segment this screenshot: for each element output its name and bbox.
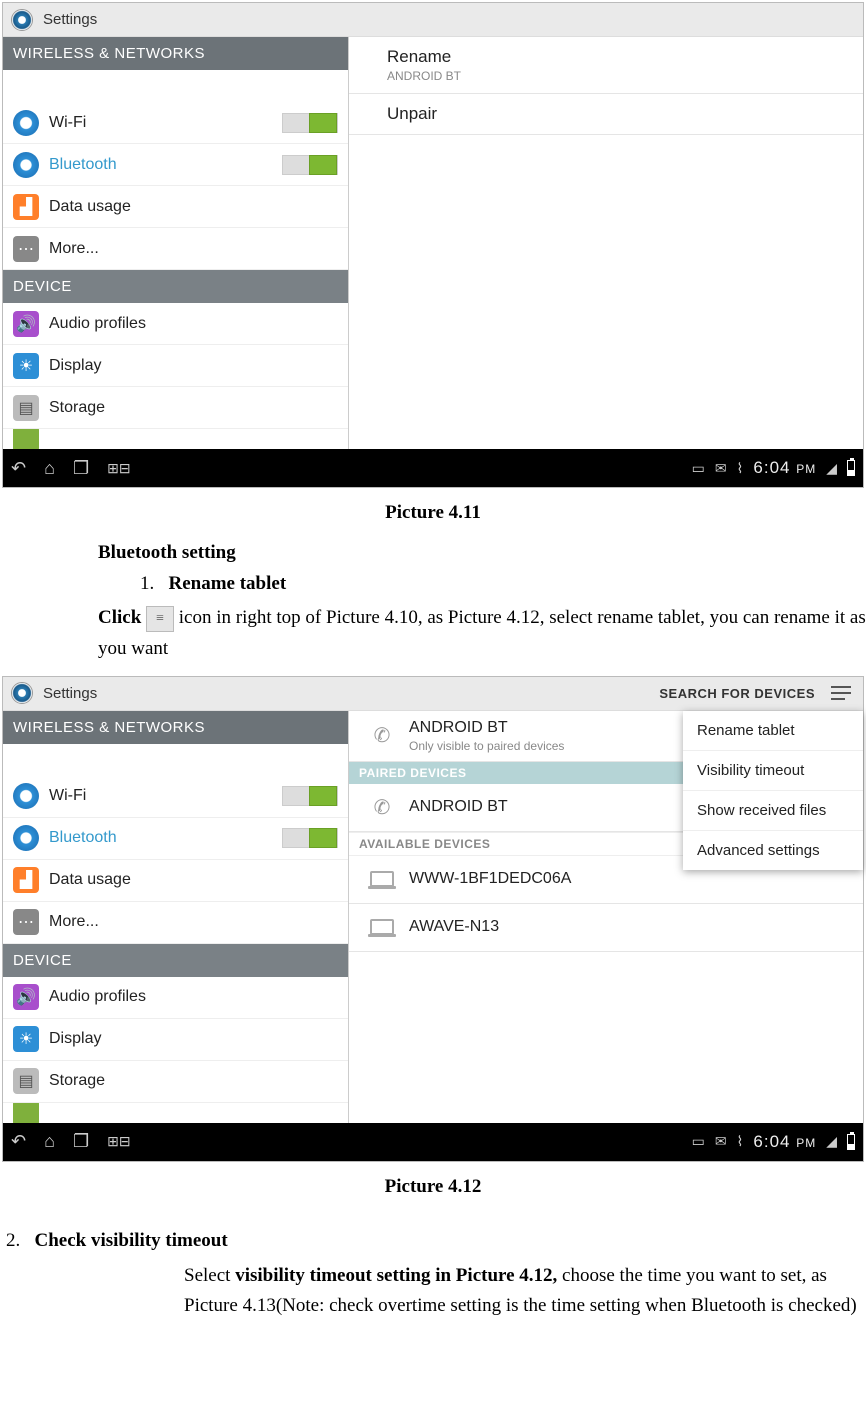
sidebar-item-bluetooth[interactable]: Bluetooth (3, 144, 348, 186)
screenshot-icon[interactable]: ⊞⊟ (107, 460, 130, 477)
available-device-row[interactable]: AWAVE-N13 (349, 904, 863, 952)
overflow-popup-menu: Rename tablet Visibility timeout Show re… (683, 711, 863, 870)
search-for-devices-button[interactable]: SEARCH FOR DEVICES (659, 686, 815, 701)
sidebar-item-battery[interactable] (3, 1103, 348, 1123)
paragraph-1: Click ≡ icon in right top of Picture 4.1… (98, 603, 866, 664)
laptop-icon (369, 914, 395, 940)
popup-rename-tablet[interactable]: Rename tablet (683, 711, 863, 751)
detail-pane: Rename ANDROID BT Unpair (349, 37, 863, 449)
settings-sidebar: WIRELESS & NETWORKS Wi-Fi Bluetooth ▟ Da… (3, 37, 349, 449)
popup-advanced-settings[interactable]: Advanced settings (683, 831, 863, 870)
sidebar-item-battery[interactable] (3, 429, 348, 449)
data-usage-icon: ▟ (13, 194, 39, 220)
laptop-icon (369, 866, 395, 892)
sidebar-item-display[interactable]: ☀ Display (3, 345, 348, 387)
back-icon[interactable]: ↶ (11, 1131, 26, 1152)
bluetooth-toggle[interactable] (282, 828, 338, 848)
recent-icon[interactable]: ❐ (73, 1131, 89, 1152)
sidebar-item-display[interactable]: ☀ Display (3, 1019, 348, 1061)
battery-status-icon (847, 1134, 855, 1150)
menu-icon: ≡ (146, 606, 174, 632)
section-wireless: WIRELESS & NETWORKS (3, 711, 348, 744)
sidebar-item-bluetooth[interactable]: Bluetooth (3, 818, 348, 860)
status-time: 6:04 PM (753, 1132, 816, 1152)
bluetooth-toggle[interactable] (282, 155, 338, 175)
data-usage-icon: ▟ (13, 867, 39, 893)
overflow-menu-button[interactable] (827, 682, 855, 704)
detail-unpair[interactable]: Unpair (349, 94, 863, 135)
bluetooth-icon (13, 152, 39, 178)
sidebar-item-wifi[interactable]: Wi-Fi (3, 776, 348, 818)
sms-status-icon: ✉ (715, 1133, 727, 1150)
sidebar-item-storage[interactable]: ▤ Storage (3, 387, 348, 429)
section-device: DEVICE (3, 944, 348, 977)
settings-sidebar: WIRELESS & NETWORKS Wi-Fi Bluetooth ▟ Da… (3, 711, 349, 1123)
wifi-toggle[interactable] (282, 113, 338, 133)
sidebar-item-storage[interactable]: ▤ Storage (3, 1061, 348, 1103)
sms-status-icon: ✉ (715, 460, 727, 477)
sidebar-item-audio[interactable]: 🔊 Audio profiles (3, 977, 348, 1019)
display-icon: ☀ (13, 1026, 39, 1052)
detail-rename[interactable]: Rename ANDROID BT (349, 37, 863, 94)
item2-title: Check visibility timeout (35, 1230, 228, 1251)
audio-icon: 🔊 (13, 984, 39, 1010)
screenshot-4-12: Settings SEARCH FOR DEVICES WIRELESS & N… (2, 676, 864, 1162)
list-item-1: 1. Rename tablet (140, 569, 866, 599)
back-icon[interactable]: ↶ (11, 458, 26, 479)
caption-4-12: Picture 4.12 (0, 1172, 866, 1202)
battery-status-icon (847, 460, 855, 476)
navbar: ↶ ⌂ ❐ ⊞⊟ ▭ ✉ ⌇ 6:04 PM ◢ (3, 449, 863, 487)
list-item-2: 2. Check visibility timeout Select visib… (6, 1226, 866, 1321)
image-status-icon: ▭ (692, 1133, 705, 1150)
sidebar-item-wifi[interactable]: Wi-Fi (3, 102, 348, 144)
status-time: 6:04 PM (753, 458, 816, 478)
display-icon: ☀ (13, 353, 39, 379)
sidebar-item-data-usage[interactable]: ▟ Data usage (3, 186, 348, 228)
storage-icon: ▤ (13, 1068, 39, 1094)
home-icon[interactable]: ⌂ (44, 1131, 55, 1152)
screenshot-icon[interactable]: ⊞⊟ (107, 1133, 130, 1150)
titlebar: Settings (3, 3, 863, 37)
phone-icon: ✆ (369, 723, 395, 749)
bluetooth-icon (13, 825, 39, 851)
page-title: Settings (43, 685, 97, 702)
phone-icon: ✆ (369, 794, 395, 820)
recent-icon[interactable]: ❐ (73, 458, 89, 479)
wifi-icon (13, 110, 39, 136)
popup-visibility-timeout[interactable]: Visibility timeout (683, 751, 863, 791)
wifi-status-icon: ◢ (826, 1133, 837, 1150)
more-icon: ⋯ (13, 909, 39, 935)
image-status-icon: ▭ (692, 460, 705, 477)
sidebar-item-audio[interactable]: 🔊 Audio profiles (3, 303, 348, 345)
more-icon: ⋯ (13, 236, 39, 262)
bt-status-icon: ⌇ (737, 1133, 744, 1150)
item1-title: Rename tablet (169, 573, 287, 594)
storage-icon: ▤ (13, 395, 39, 421)
caption-4-11: Picture 4.11 (0, 498, 866, 528)
sidebar-item-more[interactable]: ⋯ More... (3, 902, 348, 944)
sidebar-item-data-usage[interactable]: ▟ Data usage (3, 860, 348, 902)
home-icon[interactable]: ⌂ (44, 458, 55, 479)
battery-icon (13, 429, 39, 449)
bt-status-icon: ⌇ (737, 460, 744, 477)
wifi-toggle[interactable] (282, 786, 338, 806)
settings-gear-icon (11, 9, 33, 31)
popup-show-received-files[interactable]: Show received files (683, 791, 863, 831)
screenshot-4-11: Settings WIRELESS & NETWORKS Wi-Fi Bluet… (2, 2, 864, 488)
section-device: DEVICE (3, 270, 348, 303)
titlebar: Settings SEARCH FOR DEVICES (3, 677, 863, 711)
wifi-status-icon: ◢ (826, 460, 837, 477)
item2-body: Select visibility timeout setting in Pic… (184, 1261, 866, 1322)
audio-icon: 🔊 (13, 311, 39, 337)
page-title: Settings (43, 11, 97, 28)
settings-gear-icon (11, 682, 33, 704)
battery-icon (13, 1103, 39, 1123)
bluetooth-setting-heading: Bluetooth setting (98, 538, 866, 568)
navbar: ↶ ⌂ ❐ ⊞⊟ ▭ ✉ ⌇ 6:04 PM ◢ (3, 1123, 863, 1161)
section-wireless: WIRELESS & NETWORKS (3, 37, 348, 70)
wifi-icon (13, 783, 39, 809)
detail-pane: ✆ ANDROID BT Only visible to paired devi… (349, 711, 863, 1123)
sidebar-item-more[interactable]: ⋯ More... (3, 228, 348, 270)
